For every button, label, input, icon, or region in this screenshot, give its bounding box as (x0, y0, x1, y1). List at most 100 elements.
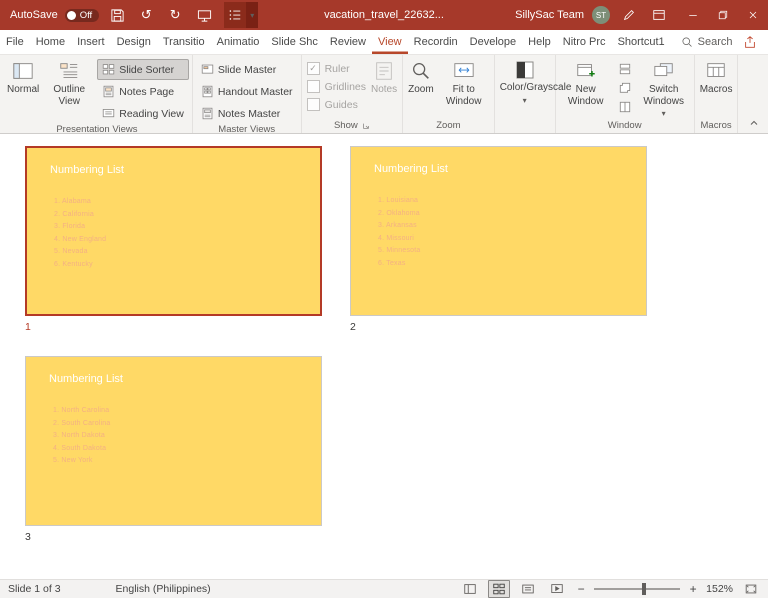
autosave-label: AutoSave (10, 9, 58, 21)
handout-master-icon (201, 85, 214, 98)
zoom-percent[interactable]: 152% (706, 583, 733, 595)
share-button[interactable] (743, 35, 757, 49)
zoom-slider-thumb[interactable] (642, 583, 646, 595)
group-macros: Macros Macros (695, 55, 739, 133)
handout-master-button[interactable]: Handout Master (196, 81, 298, 102)
cascade-windows-button[interactable] (616, 80, 634, 96)
group-label-macros: Macros (698, 118, 735, 133)
slide-thumbnail-3[interactable]: Numbering List 1. North Carolina2. South… (25, 356, 322, 526)
language-status[interactable]: English (Philippines) (116, 583, 211, 595)
new-window-button[interactable]: New Window (559, 57, 613, 118)
slide-number-1: 1 (25, 321, 31, 333)
slide-list-item: 5. Nevada (54, 246, 106, 259)
show-dialog-launcher-icon[interactable] (362, 122, 370, 130)
start-slideshow-button[interactable] (193, 3, 215, 27)
tab-shortcut1[interactable]: Shortcut1 (612, 30, 671, 54)
macros-button[interactable]: Macros (698, 57, 735, 118)
slide-list-item: 3. North Dakota (53, 430, 111, 443)
tab-insert[interactable]: Insert (71, 30, 111, 54)
close-icon (747, 9, 759, 21)
tab-develope[interactable]: Develope (464, 30, 522, 54)
switch-windows-button[interactable]: Switch Windows ▾ (637, 57, 691, 118)
fit-slide-to-window-button[interactable] (740, 580, 762, 598)
notes-icon (373, 60, 395, 82)
cascade-windows-icon (619, 82, 631, 94)
tab-home[interactable]: Home (30, 30, 71, 54)
numbered-list-icon (224, 2, 246, 28)
tab-animatio[interactable]: Animatio (211, 30, 266, 54)
editing-mode-button[interactable] (618, 3, 640, 27)
fit-to-window-button[interactable]: Fit to Window (437, 57, 491, 118)
close-button[interactable] (738, 0, 768, 30)
arrange-all-button[interactable] (616, 61, 634, 77)
slide-thumbnail-2[interactable]: Numbering List 1. Louisiana2. Oklahoma3.… (350, 146, 647, 316)
document-title: vacation_travel_22632... (324, 9, 444, 21)
arrange-all-icon (619, 63, 631, 75)
tab-recordin[interactable]: Recordin (408, 30, 464, 54)
zoom-button[interactable]: Zoom (406, 57, 436, 118)
restore-button[interactable] (708, 0, 738, 30)
autosave-toggle[interactable]: Off (65, 9, 100, 22)
tab-help[interactable]: Help (522, 30, 557, 54)
new-window-icon (575, 60, 597, 82)
avatar[interactable]: ST (592, 6, 610, 24)
reading-view-button[interactable]: Reading View (97, 103, 189, 124)
notes-page-button[interactable]: Notes Page (97, 81, 189, 102)
guides-checkbox[interactable] (307, 98, 320, 111)
normal-view-label: Normal (7, 84, 39, 96)
fit-to-window-icon (453, 60, 475, 82)
tab-design[interactable]: Design (111, 30, 157, 54)
zoom-in-button[interactable]: + (687, 582, 699, 596)
ruler-checkbox-row[interactable]: ✓ Ruler (307, 60, 366, 77)
statusbar-slideshow-button[interactable] (546, 580, 568, 598)
move-split-button[interactable] (616, 99, 634, 115)
statusbar-slide-sorter-button[interactable] (488, 580, 510, 598)
slideshow-icon (550, 582, 564, 596)
normal-view-button[interactable]: Normal (5, 57, 41, 124)
ruler-checkbox[interactable]: ✓ (307, 62, 320, 75)
guides-checkbox-row[interactable]: Guides (307, 96, 366, 113)
zoom-slider[interactable] (594, 588, 680, 590)
redo-button[interactable]: ↻ (164, 3, 186, 27)
numbering-qat-button[interactable]: ▾ (224, 2, 258, 28)
slide-master-button[interactable]: Slide Master (196, 59, 298, 80)
gridlines-checkbox[interactable] (307, 80, 320, 93)
slide-title: Numbering List (374, 163, 448, 175)
statusbar-normal-view-button[interactable] (459, 580, 481, 598)
chevron-up-icon (749, 118, 759, 128)
slide-number-3: 3 (25, 531, 31, 543)
notes-master-button[interactable]: Notes Master (196, 103, 298, 124)
slide-sorter-button[interactable]: Slide Sorter (97, 59, 189, 80)
color-grayscale-button[interactable]: Color/Grayscale ▾ (498, 57, 552, 118)
outline-view-button[interactable]: Outline View (42, 57, 96, 124)
ribbon-tab-row: FileHomeInsertDesignTransitioAnimatioSli… (0, 30, 768, 55)
tab-file[interactable]: File (0, 30, 30, 54)
ribbon-display-options-icon (652, 8, 666, 22)
tab-transitio[interactable]: Transitio (157, 30, 211, 54)
statusbar-reading-view-button[interactable] (517, 580, 539, 598)
undo-button[interactable]: ↺ (135, 3, 157, 27)
tab-nitro-prc[interactable]: Nitro Prc (557, 30, 612, 54)
undo-icon: ↺ (141, 9, 152, 22)
outline-view-icon (58, 60, 80, 82)
slide-list: 1. North Carolina2. South Carolina3. Nor… (53, 405, 111, 468)
group-label-show: Show (334, 120, 358, 131)
zoom-out-button[interactable]: − (575, 582, 587, 596)
titlebar: AutoSave Off ↺ ↻ ▾ (0, 0, 768, 30)
save-button[interactable] (106, 3, 128, 27)
tab-slide-shc[interactable]: Slide Shc (265, 30, 323, 54)
autosave-state: Off (80, 10, 93, 21)
ribbon-display-options-button[interactable] (648, 3, 670, 27)
notes-button[interactable]: Notes (369, 57, 399, 118)
tab-view[interactable]: View (372, 30, 408, 54)
minimize-button[interactable] (678, 0, 708, 30)
tab-review[interactable]: Review (324, 30, 372, 54)
collapse-ribbon-button[interactable] (746, 116, 762, 130)
account-name[interactable]: SillySac Team (515, 9, 584, 21)
slide-master-icon (201, 63, 214, 76)
outline-view-label: Outline View (44, 84, 94, 107)
gridlines-checkbox-row[interactable]: Gridlines (307, 78, 366, 95)
slide-thumbnail-1[interactable]: Numbering List 1. Alabama2. California3.… (25, 146, 322, 316)
search-box[interactable]: Search (671, 30, 743, 54)
group-show: ✓ Ruler Gridlines Guides (302, 55, 404, 133)
